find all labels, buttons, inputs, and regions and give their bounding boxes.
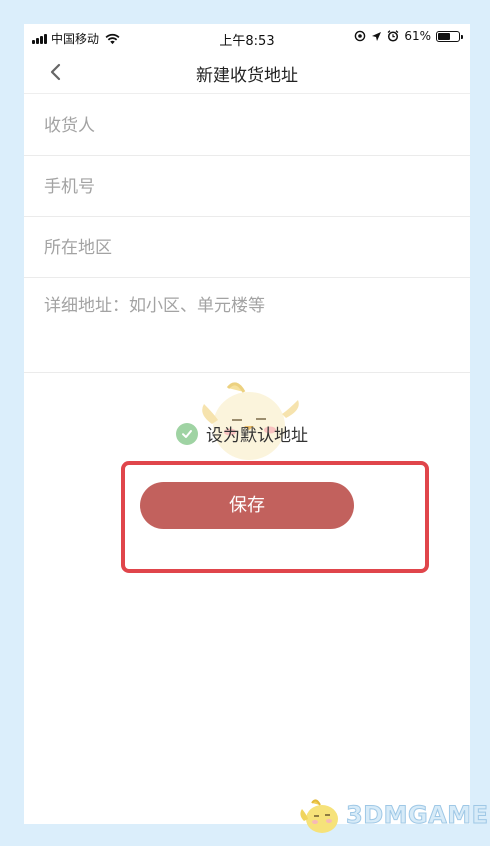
watermark-text: 3DMGAME [346,801,489,830]
watermark-logo: 3DMGAME [298,795,489,835]
phone-row [24,156,470,217]
address-input[interactable] [44,294,444,364]
alarm-icon [387,30,399,42]
nav-bar: 新建收货地址 [24,50,470,94]
page-title: 新建收货地址 [196,66,298,86]
location-lock-icon [355,30,366,42]
status-right: 61% [354,29,463,43]
default-address-toggle[interactable]: 设为默认地址 [176,421,308,446]
status-bar: 中国移动 上午8:53 61% [24,24,470,50]
region-row[interactable] [24,217,470,278]
check-circle-icon [176,422,198,445]
region-input[interactable] [44,235,444,261]
battery-fill [438,32,451,40]
default-address-label: 设为默认地址 [206,426,308,446]
checkmark-icon [182,429,192,438]
save-button[interactable]: 保存 [140,482,354,529]
battery-percent: 61% [404,29,431,43]
logo-chick-icon [300,799,338,833]
phone-input[interactable] [44,174,444,200]
phone-screen: 中国移动 上午8:53 61% 新建收货地址 收货人 手机号 所在地区 详细地址… [24,24,470,824]
recipient-row [24,95,470,156]
recipient-input[interactable] [44,113,444,139]
location-arrow-icon [372,31,382,41]
watermark-chick-image [202,382,299,460]
address-row [24,278,470,373]
battery-icon [436,30,463,42]
